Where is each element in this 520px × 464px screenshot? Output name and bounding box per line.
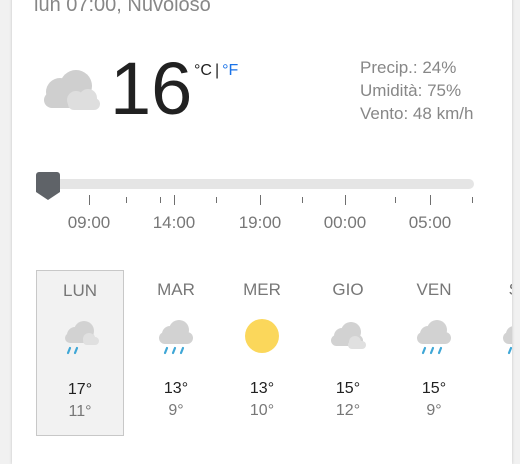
celsius-unit: °C [194,62,212,79]
rain-icon [159,320,193,355]
timeline-tick [160,197,161,203]
day-wed[interactable]: MER 13° 10° [218,270,306,436]
day-high-temp: 13° [249,380,275,397]
weather-subtitle: lun 07:00, Nuvoloso [34,0,211,16]
day-low-temp: 11° [68,403,92,420]
day-high-temp: 15° [335,380,361,397]
current-temperature: 16 [110,47,193,130]
timeline-tick [260,195,261,205]
timeline-tick [345,195,346,205]
rain-icon [417,320,451,355]
sunny-icon [245,319,279,353]
day-high-temp: 15° [421,380,447,397]
timeline-label: 09:00 [67,213,111,232]
day-mon[interactable]: LUN 17° 11° [36,270,124,436]
day-low-temp: 10° [249,402,275,419]
timeline-tick [89,195,90,205]
day-name: VEN [416,280,452,299]
day-low-temp: 12° [335,402,361,419]
day-name: MAR [157,280,195,299]
cloudy-icon [44,70,100,110]
day-name: MER [243,280,281,299]
cloudy-icon [331,322,366,349]
day-name: GIO [332,280,364,299]
timeline-tick [472,197,473,203]
day-low-temp: 9° [168,402,184,419]
day-high-temp: 13° [163,380,189,397]
timeline-label: 00:00 [323,213,367,232]
fahrenheit-link[interactable]: °F [222,62,238,79]
unit-separator: | [214,62,220,79]
day-high-temp: 1 [476,380,512,398]
day-low-temp: 6 [476,402,512,420]
wind-text: Vento: 48 km/h [360,104,474,123]
day-fri[interactable]: VEN 15° 9° [390,270,478,436]
precipitation-text: Precip.: 24% [360,58,457,77]
timeline-tick [216,197,217,203]
weather-card: lun 07:00, Nuvoloso 16 °C | °F Precip.: 24… [12,0,512,464]
timeline-tick [174,195,175,205]
timeline-label: 19:00 [238,213,282,232]
timeline-tick [302,197,303,203]
timeline-label: 05:00 [408,213,452,232]
timeline-tick [126,197,127,203]
day-name: SA [476,280,512,300]
day-sat[interactable]: SA 1 6 [476,270,512,436]
rain-icon [503,326,512,355]
day-thu[interactable]: GIO 15° 12° [304,270,392,436]
timeline-slider-track[interactable] [36,179,474,189]
timeline-tick [430,195,431,205]
day-tue[interactable]: MAR 13° 9° [132,270,220,436]
day-low-temp: 9° [426,402,442,419]
timeline-label: 14:00 [152,213,196,232]
humidity-text: Umidità: 75% [360,81,462,100]
day-name: LUN [62,281,97,300]
timeline-ticks [12,195,512,207]
rain-partly-cloudy-icon [65,321,99,355]
timeline-tick [395,197,396,203]
unit-switcher: °C | °F [194,62,238,80]
day-high-temp: 17° [67,381,93,398]
weather-details: Precip.: 24% Umidità: 75% Vento: 48 km/h [360,56,473,125]
